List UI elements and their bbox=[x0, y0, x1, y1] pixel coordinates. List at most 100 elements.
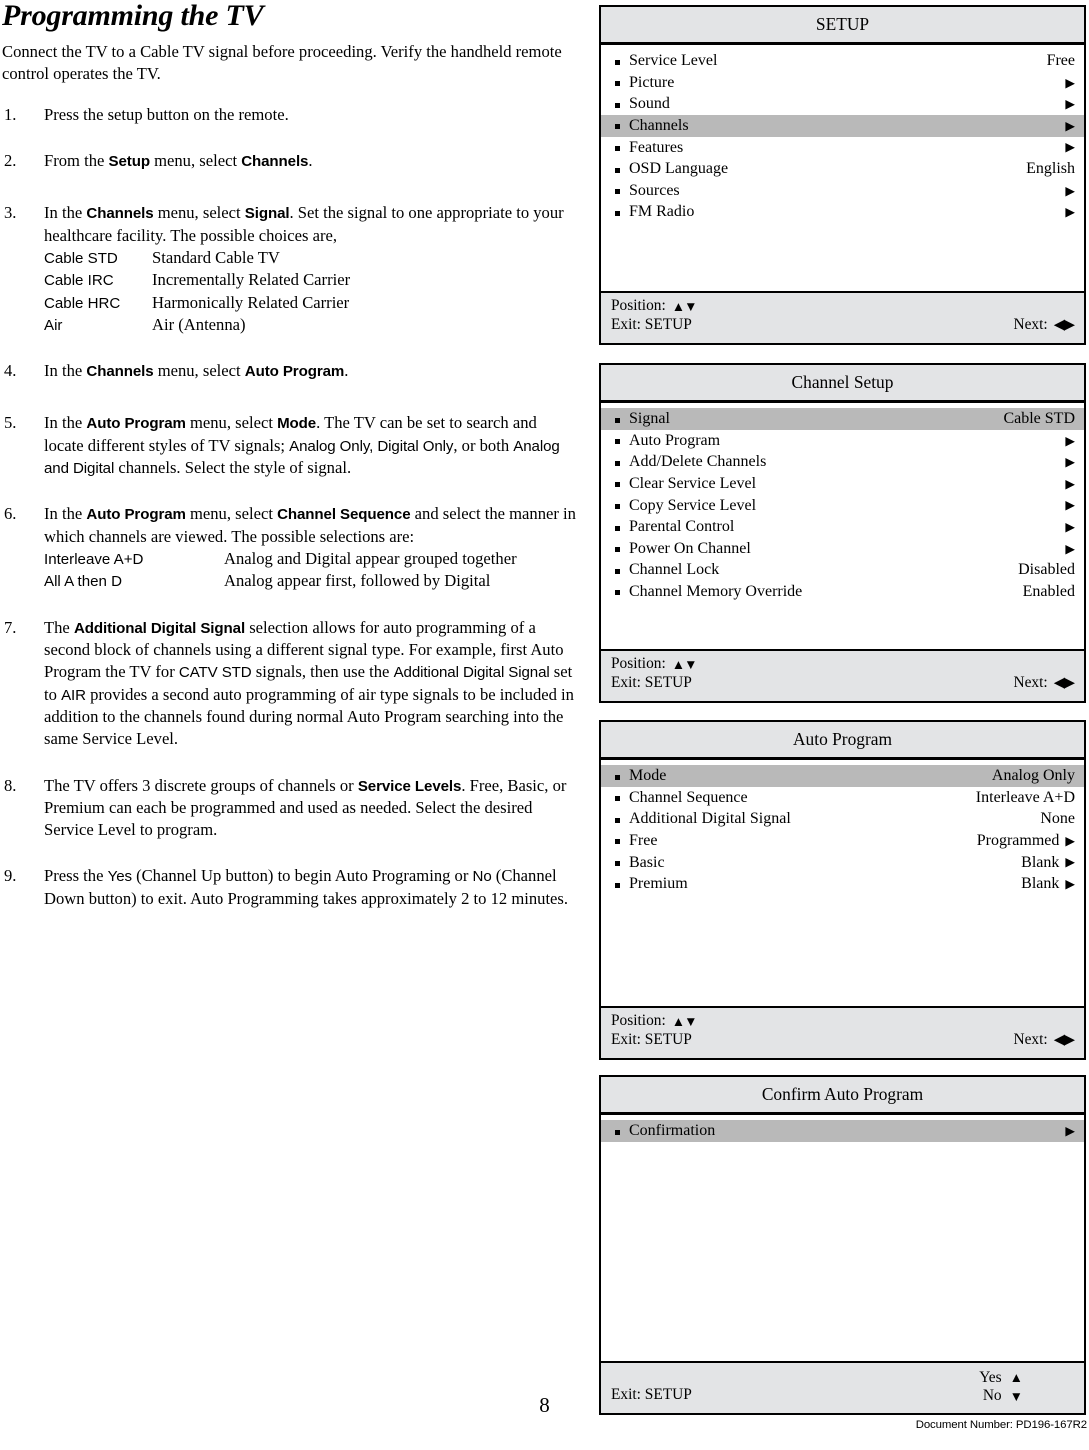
intro-paragraph: Connect the TV to a Cable TV signal befo… bbox=[2, 41, 562, 83]
osd-menu-item[interactable]: Auto Program ▶ bbox=[601, 430, 1084, 452]
osd-panel-footer: Position: ▲▼ Exit: SETUP Next: ◀▶ bbox=[601, 649, 1084, 702]
osd-menu-item-label-wrap: Add/Delete Channels bbox=[615, 453, 766, 471]
osd-menu-item[interactable]: OSD Language English bbox=[601, 158, 1084, 180]
osd-menu-item[interactable]: Sound ▶ bbox=[601, 94, 1084, 116]
osd-menu-item[interactable]: Add/Delete Channels ▶ bbox=[601, 452, 1084, 474]
step-number: 4. bbox=[4, 361, 17, 381]
osd-menu-item-label-wrap: Channel Sequence bbox=[615, 789, 748, 807]
step-text-run: No bbox=[472, 868, 492, 886]
chevron-right-icon: ▶ bbox=[1065, 140, 1075, 155]
osd-menu-item[interactable]: Copy Service Level ▶ bbox=[601, 495, 1084, 517]
step-item: 2. From the Setup menu, select Channels. bbox=[2, 150, 580, 172]
step-text-run: Yes bbox=[107, 868, 132, 886]
square-bullet-icon bbox=[615, 525, 620, 531]
next-label: Next: bbox=[1013, 674, 1048, 692]
osd-menu-item-label-wrap: Free bbox=[615, 832, 657, 850]
osd-menu-item[interactable]: Features ▶ bbox=[601, 137, 1084, 159]
up-down-arrows-icon: ▲▼ bbox=[671, 656, 698, 672]
square-bullet-icon bbox=[615, 417, 620, 423]
osd-menu-item-value: Programmed bbox=[976, 831, 1060, 849]
osd-menu-item[interactable]: Clear Service Level ▶ bbox=[601, 473, 1084, 495]
osd-menu-list: Signal Cable STD Auto Program ▶ Add/Delete C… bbox=[601, 403, 1084, 650]
square-bullet-icon bbox=[615, 547, 620, 553]
osd-menu-item-label-wrap: Picture bbox=[615, 74, 674, 92]
up-down-arrows-icon: ▲▼ bbox=[671, 1013, 698, 1029]
option-description: Analog appear first, followed by Digital bbox=[224, 571, 491, 591]
osd-menu-item[interactable]: Channel Lock Disabled bbox=[601, 560, 1084, 582]
square-bullet-icon bbox=[615, 568, 620, 574]
osd-menu-item-value-wrap: ▶ bbox=[1065, 521, 1075, 534]
document-number: Document Number: PD196-167R2 bbox=[915, 1419, 1087, 1431]
step-number: 7. bbox=[4, 617, 17, 637]
step-number: 1. bbox=[4, 104, 17, 124]
chevron-right-icon: ▶ bbox=[1065, 541, 1075, 556]
step-text-run: menu, select bbox=[149, 150, 242, 170]
yes-choice[interactable]: Yes ▲ bbox=[979, 1369, 1023, 1388]
osd-menu-item[interactable]: Basic Blank ▶ bbox=[601, 852, 1084, 874]
osd-menu-item-label: Copy Service Level bbox=[629, 496, 757, 514]
osd-panel-title: SETUP bbox=[601, 7, 1084, 46]
step-text-run: Channels bbox=[86, 205, 154, 223]
osd-menu-list: Confirmation ▶ bbox=[601, 1115, 1084, 1362]
square-bullet-icon bbox=[615, 482, 620, 488]
osd-menu-item[interactable]: Additional Digital Signal None bbox=[601, 809, 1084, 831]
osd-menu-item[interactable]: Channel Sequence Interleave A+D bbox=[601, 787, 1084, 809]
osd-menu-item-selected[interactable]: Confirmation ▶ bbox=[601, 1120, 1084, 1142]
step-item: 3. In the Channels menu, select Signal. S… bbox=[2, 202, 580, 336]
position-group: Position: ▲▼ bbox=[611, 655, 698, 674]
step-text-run: CATV STD bbox=[178, 664, 252, 682]
chevron-right-icon: ▶ bbox=[1065, 455, 1075, 470]
square-bullet-icon bbox=[615, 167, 620, 173]
step-item: 9. Press the Yes (Channel Up button) to b… bbox=[2, 865, 580, 910]
step-text: The TV offers 3 discrete groups of chann… bbox=[44, 776, 566, 840]
osd-menu-item[interactable]: FM Radio ▶ bbox=[601, 202, 1084, 224]
osd-menu-item-selected[interactable]: Mode Analog Only bbox=[601, 765, 1084, 787]
square-bullet-icon bbox=[615, 882, 620, 888]
step-text-run: Mode bbox=[277, 415, 317, 433]
osd-menu-item-label: Add/Delete Channels bbox=[629, 453, 767, 471]
chevron-right-icon: ▶ bbox=[1065, 433, 1075, 448]
osd-footer-position-line: Position: ▲▼ bbox=[611, 1012, 1074, 1031]
chevron-right-icon: ▶ bbox=[1065, 476, 1075, 491]
up-arrow-icon: ▲ bbox=[1009, 1369, 1023, 1385]
osd-menu-item-label: OSD Language bbox=[629, 160, 729, 178]
osd-menu-item-label-wrap: Features bbox=[615, 139, 683, 157]
osd-menu-item[interactable]: Sources ▶ bbox=[601, 180, 1084, 202]
osd-menu-item-selected[interactable]: Channels ▶ bbox=[601, 115, 1084, 137]
step-spacer bbox=[2, 126, 580, 150]
osd-panel-footer: Position: ▲▼ Exit: SETUP Next: ◀▶ bbox=[601, 1006, 1084, 1059]
osd-menu-item[interactable]: Parental Control ▶ bbox=[601, 516, 1084, 538]
square-bullet-icon bbox=[615, 189, 620, 195]
step-spacer bbox=[2, 382, 580, 412]
square-bullet-icon bbox=[615, 1129, 620, 1135]
option-description: Standard Cable TV bbox=[152, 247, 280, 267]
osd-menu-item-label: Service Level bbox=[629, 52, 718, 70]
square-bullet-icon bbox=[615, 124, 620, 130]
osd-menu-item[interactable]: Channel Memory Override Enabled bbox=[601, 581, 1084, 603]
step-text-run: signals, then use the bbox=[251, 662, 394, 682]
option-name: Interleave A+D bbox=[44, 551, 144, 568]
position-label: Position: bbox=[611, 1012, 666, 1030]
osd-menu-item-label-wrap: Additional Digital Signal bbox=[615, 810, 791, 828]
step-item: 4. In the Channels menu, select Auto Prog… bbox=[2, 360, 580, 382]
osd-menu-item[interactable]: Picture ▶ bbox=[601, 72, 1084, 94]
osd-menu-item[interactable]: Service Level Free bbox=[601, 50, 1084, 72]
osd-menu-item[interactable]: Premium Blank ▶ bbox=[601, 873, 1084, 895]
osd-menu-item[interactable]: Free Programmed ▶ bbox=[601, 830, 1084, 852]
osd-menu-item-label: Basic bbox=[629, 853, 665, 871]
osd-menu-item-label-wrap: Power On Channel bbox=[615, 540, 751, 558]
osd-menu-item-selected[interactable]: Signal Cable STD bbox=[601, 408, 1084, 430]
step-text-run: channels. Select the style of signal. bbox=[114, 458, 352, 478]
instructions-column: Programming the TV Connect the TV to a C… bbox=[0, 0, 580, 1400]
option-description: Harmonically Related Carrier bbox=[152, 292, 350, 312]
osd-menu-list: Service Level Free Picture ▶ Sound ▶ Channels ▶… bbox=[601, 45, 1084, 292]
osd-panel-confirm-auto-program: Confirm Auto Program Confirmation ▶ Exit: S… bbox=[599, 1075, 1086, 1416]
osd-menu-item-label-wrap: Basic bbox=[615, 854, 665, 872]
next-group: Next: ◀▶ bbox=[1013, 674, 1075, 693]
step-number: 5. bbox=[4, 413, 17, 433]
step-text-run: . bbox=[344, 361, 349, 381]
no-choice[interactable]: No ▼ bbox=[979, 1387, 1023, 1406]
osd-menu-item-label-wrap: OSD Language bbox=[615, 160, 728, 178]
osd-menu-item[interactable]: Power On Channel ▶ bbox=[601, 538, 1084, 560]
step-text-run: Channels bbox=[86, 363, 154, 381]
